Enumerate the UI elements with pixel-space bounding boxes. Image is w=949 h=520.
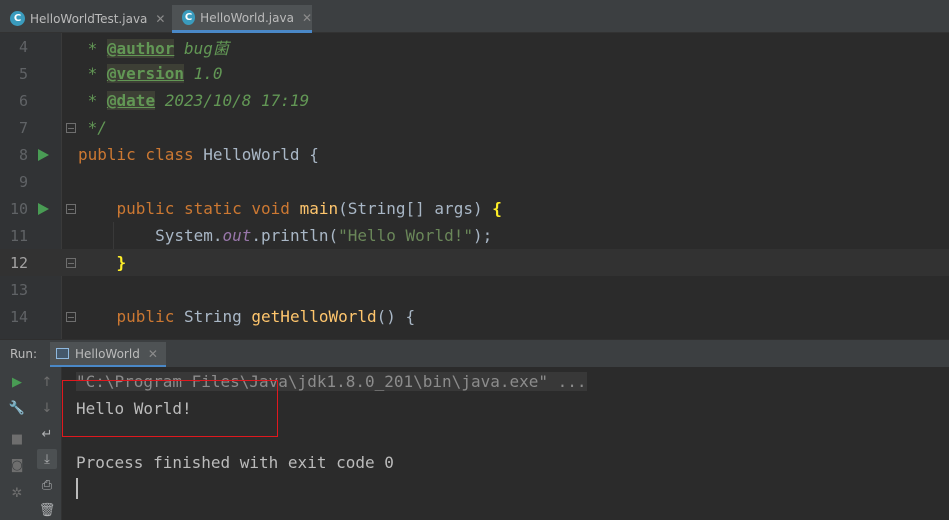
play-icon[interactable]: ▶ [7,372,27,392]
code-token: out [222,226,252,245]
run-toolbar-secondary: ↑ ↓ ↵ ⤓ ⎙ 🗑 [32,367,62,520]
run-tab-label: HelloWorld [75,346,140,361]
code-token: @date [106,91,156,110]
run-toolbar-primary: ▶ 🔧 ■ ◙ ✲ [0,367,32,520]
code-token: bug菌 [174,38,229,58]
code-line[interactable]: 6 * @date 2023/10/8 17:19 [0,87,949,114]
line-number: 8 [18,145,28,164]
run-tool-window-header: Run: HelloWorld ✕ [0,339,949,368]
line-number: 6 [18,91,28,110]
code-text: public class HelloWorld { [78,145,319,164]
code-line[interactable]: 5 * @version 1.0 [0,60,949,87]
code-token: * [78,64,107,83]
tab-helloworld[interactable]: C HelloWorld.java ✕ [172,5,312,33]
gear-icon[interactable]: ✲ [7,483,27,503]
code-editor[interactable]: 4 * @author bug菌 5 * @version 1.0 6 * @dat… [0,33,949,339]
code-line[interactable]: 9 [0,168,949,195]
code-token: System. [78,226,223,245]
line-number: 10 [9,199,28,218]
line-number: 4 [18,37,28,56]
java-class-icon: C [182,10,196,25]
code-text: System.out.println("Hello World!"); [78,226,492,245]
line-number: 5 [18,64,28,83]
trash-icon[interactable]: 🗑 [37,500,57,520]
code-token: String [183,307,252,326]
line-number: 14 [9,307,28,326]
code-text: */ [78,118,107,137]
tab-label: HelloWorldTest.java [30,11,148,26]
wrench-icon[interactable]: 🔧 [7,398,27,418]
code-token: public static void [78,199,300,218]
code-token: * [78,91,107,110]
run-gutter-icon[interactable] [38,202,49,215]
code-text: * @author bug菌 [78,35,229,59]
camera-icon[interactable]: ◙ [7,455,27,475]
stop-icon[interactable]: ■ [7,429,27,449]
code-token: @author [106,38,175,58]
code-token: (String[] args) [338,199,493,218]
code-line[interactable]: 7 */ [0,114,949,141]
code-line[interactable]: 14 public String getHelloWorld() { [0,303,949,330]
code-text: public String getHelloWorld() { [78,307,416,326]
line-number: 13 [9,280,28,299]
code-token: ); [472,226,493,245]
java-class-icon: C [10,11,25,26]
code-line[interactable]: 8 public class HelloWorld { [0,141,949,168]
code-token: () { [376,307,416,326]
fold-marker-icon[interactable] [66,311,76,322]
code-token: } [116,253,127,272]
code-token: */ [78,118,107,137]
run-gutter-icon[interactable] [38,148,49,161]
code-text: } [78,253,127,272]
code-token: @version [106,64,184,83]
code-line[interactable]: 4 * @author bug菌 [0,33,949,60]
code-token: getHelloWorld [251,307,377,326]
code-line[interactable]: 10 public static void main(String[] args… [0,195,949,222]
print-icon[interactable]: ⎙ [37,475,57,495]
close-icon[interactable]: ✕ [302,11,312,25]
tab-label: HelloWorld.java [200,10,294,25]
scroll-to-end-icon[interactable]: ⤓ [37,449,57,469]
fold-marker-icon[interactable] [66,203,76,214]
code-token: 2023/10/8 17:19 [155,91,310,110]
console-icon [56,348,69,359]
code-line[interactable]: 13 [0,276,949,303]
close-icon[interactable]: ✕ [148,347,158,361]
line-number: 12 [9,253,28,272]
tab-helloworldtest[interactable]: C HelloWorldTest.java ✕ [0,5,170,32]
code-token: public [78,307,184,326]
code-token: .println( [251,226,339,245]
code-token: main [299,199,339,218]
soft-wrap-icon[interactable]: ↵ [37,424,57,444]
editor-tab-bar: C HelloWorldTest.java ✕ C HelloWorld.jav… [0,0,949,33]
code-line[interactable]: 11 System.out.println("Hello World!"); [0,222,949,249]
line-number: 9 [18,172,28,191]
code-token: public class [78,145,204,164]
code-text: public static void main(String[] args) { [78,199,502,218]
arrow-down-icon[interactable]: ↓ [37,398,57,418]
fold-marker-icon[interactable] [66,122,76,133]
fold-marker-icon[interactable] [66,257,76,268]
code-line[interactable]: 12 } [0,249,949,276]
code-token: { [492,199,502,218]
line-number: 7 [18,118,28,137]
console-exit-line: Process finished with exit code 0 [76,453,394,472]
line-number: 11 [9,226,28,245]
code-token: * [78,38,107,58]
code-text: * @date 2023/10/8 17:19 [78,91,309,110]
code-text: * @version 1.0 [78,64,223,83]
code-token: 1.0 [183,64,223,83]
code-token: "Hello World!" [338,226,473,245]
close-icon[interactable]: ✕ [155,12,165,26]
code-token: HelloWorld { [203,145,319,164]
run-tab-helloworld[interactable]: HelloWorld ✕ [50,342,166,368]
text-caret [76,478,78,499]
arrow-up-icon[interactable]: ↑ [37,372,57,392]
run-label: Run: [10,346,38,361]
annotation-highlight-box [62,380,278,437]
